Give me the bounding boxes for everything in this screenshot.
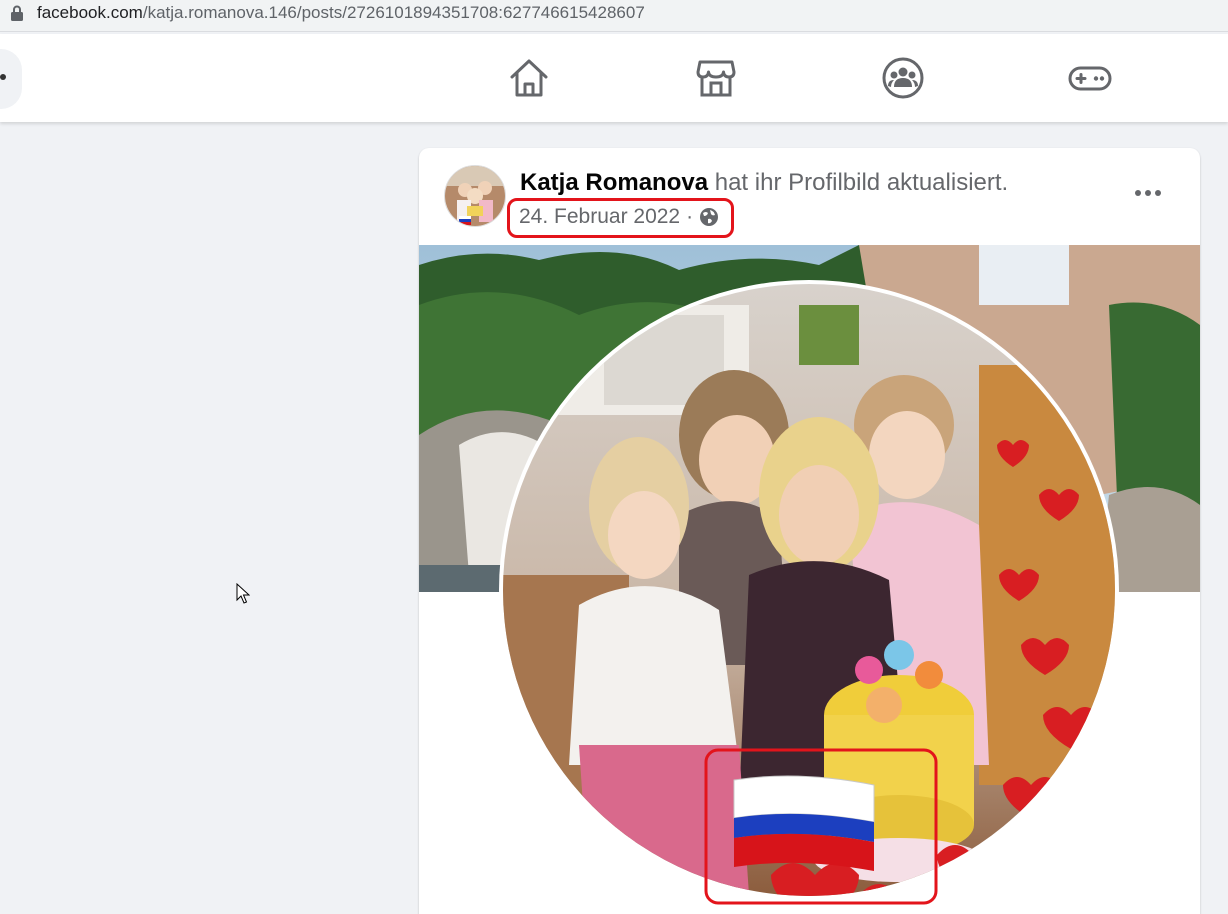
url-domain: facebook.com bbox=[37, 3, 143, 22]
home-icon[interactable] bbox=[507, 56, 551, 100]
browser-address-bar[interactable]: facebook.com/katja.romanova.146/posts/27… bbox=[0, 0, 1228, 32]
post-card: Katja Romanova hat ihr Profilbild aktual… bbox=[419, 148, 1200, 914]
author-name[interactable]: Katja Romanova bbox=[520, 169, 708, 196]
more-options-icon[interactable] bbox=[1129, 178, 1167, 208]
search-icon bbox=[0, 74, 6, 80]
top-navigation-bar bbox=[0, 34, 1228, 122]
post-headline: Katja Romanova hat ihr Profilbild aktual… bbox=[520, 169, 1008, 197]
date-highlight-box bbox=[507, 198, 734, 238]
url-text[interactable]: facebook.com/katja.romanova.146/posts/27… bbox=[37, 3, 645, 23]
lock-icon bbox=[11, 5, 23, 21]
gaming-icon[interactable] bbox=[1068, 56, 1112, 100]
url-path: /katja.romanova.146/posts/27261018943517… bbox=[142, 3, 645, 22]
mouse-cursor-icon bbox=[236, 583, 250, 604]
post-action-text: hat ihr Profilbild aktualisiert. bbox=[714, 169, 1009, 196]
groups-icon[interactable] bbox=[881, 56, 925, 100]
author-avatar[interactable] bbox=[444, 165, 506, 227]
profile-picture-photo[interactable] bbox=[419, 245, 1200, 914]
marketplace-icon[interactable] bbox=[694, 56, 738, 100]
